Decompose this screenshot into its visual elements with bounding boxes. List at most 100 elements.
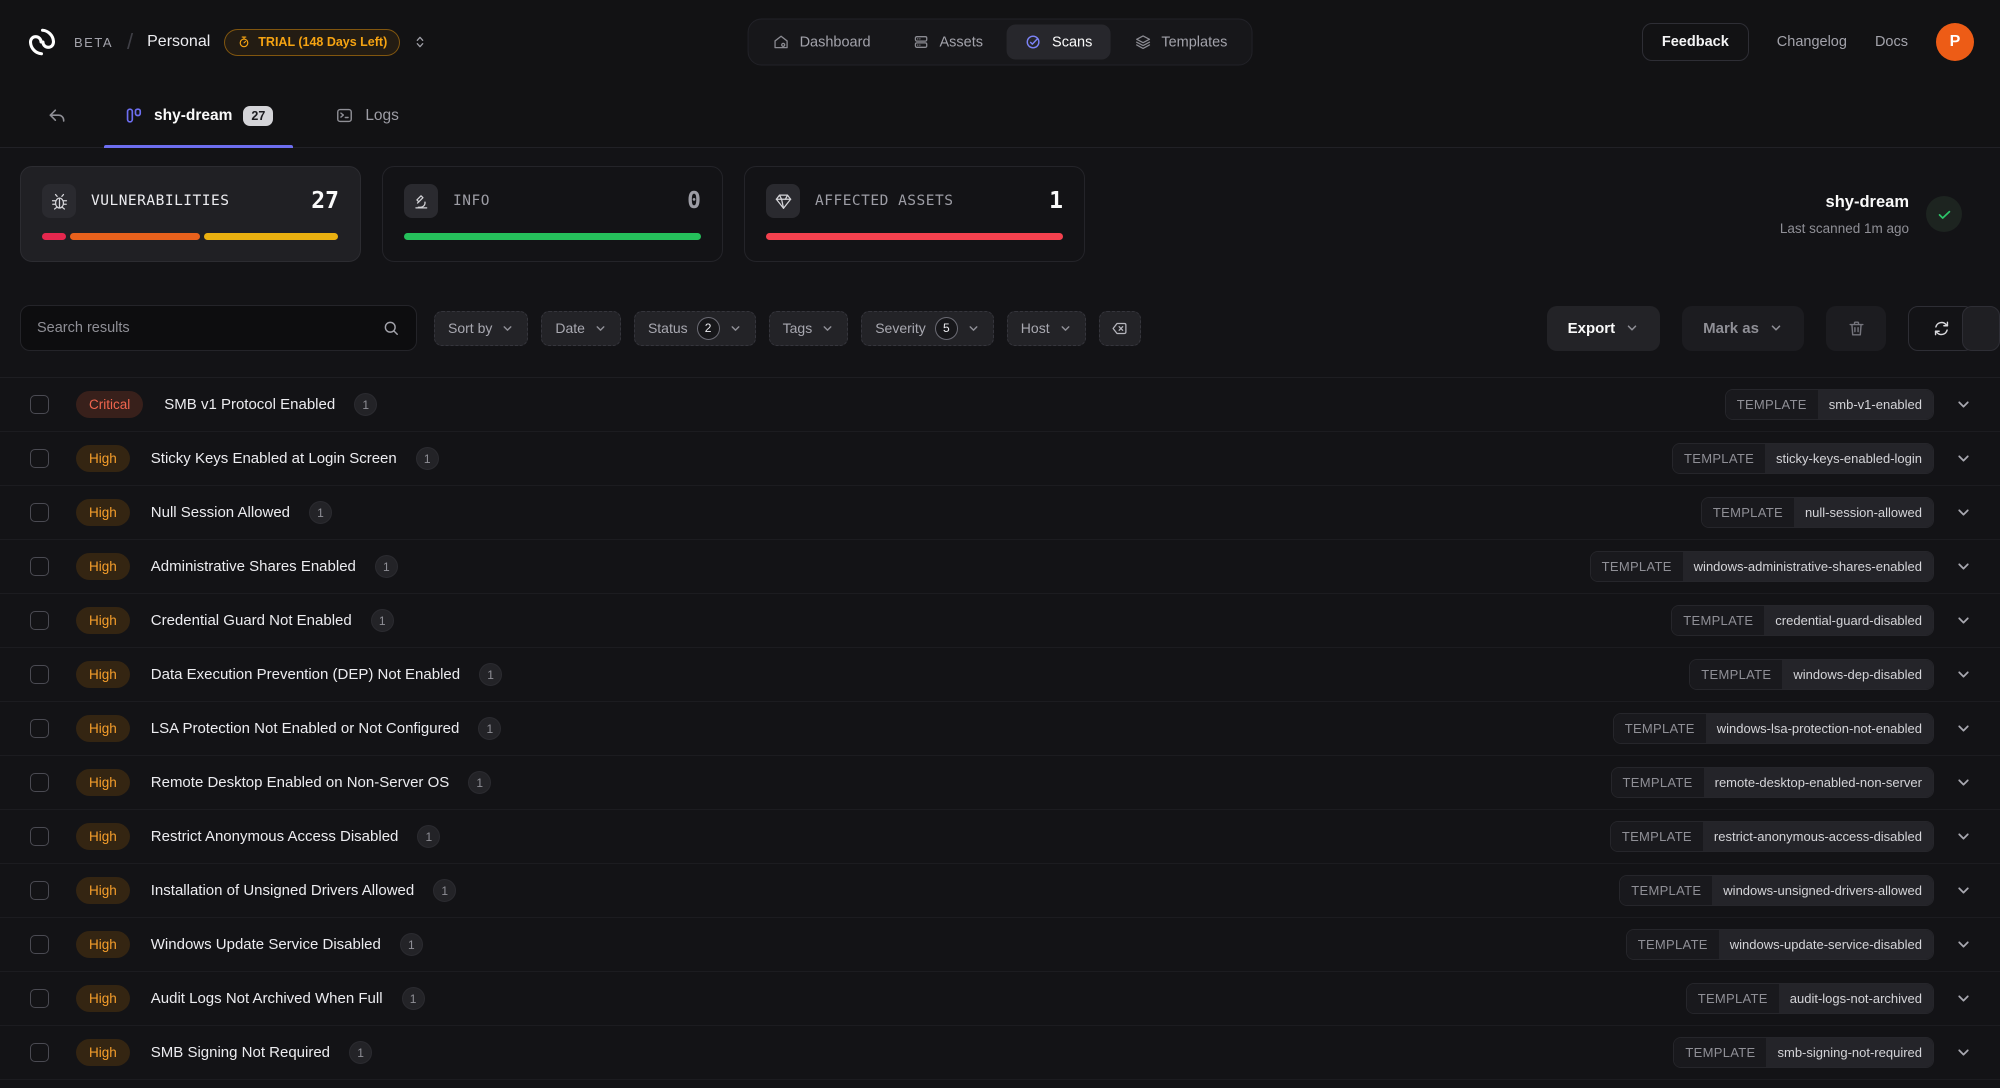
- filter-chips: Sort by Date Status 2 Tags Severity 5 Ho…: [434, 311, 1086, 346]
- expand-chevron-icon[interactable]: [1955, 1044, 1972, 1061]
- template-pill[interactable]: TEMPLATE windows-administrative-shares-e…: [1590, 551, 1934, 582]
- template-id: windows-dep-disabled: [1782, 660, 1933, 689]
- table-row[interactable]: High Windows Update Service Disabled 1 T…: [0, 918, 2000, 972]
- finding-count-badge: 1: [416, 447, 439, 470]
- table-row[interactable]: High Sticky Keys Enabled at Login Screen…: [0, 432, 2000, 486]
- docs-link[interactable]: Docs: [1875, 34, 1908, 50]
- expand-chevron-icon[interactable]: [1955, 396, 1972, 413]
- avatar[interactable]: P: [1936, 23, 1974, 61]
- template-pill[interactable]: TEMPLATE remote-desktop-enabled-non-serv…: [1611, 767, 1934, 798]
- table-row[interactable]: High Audit Logs Not Archived When Full 1…: [0, 972, 2000, 1026]
- row-checkbox[interactable]: [30, 935, 49, 954]
- template-pill[interactable]: TEMPLATE sticky-keys-enabled-login: [1672, 443, 1934, 474]
- card-label: AFFECTED ASSETS: [815, 193, 953, 209]
- trash-icon: [1847, 319, 1866, 338]
- row-checkbox[interactable]: [30, 503, 49, 522]
- table-row[interactable]: High Null Session Allowed 1 TEMPLATE nul…: [0, 486, 2000, 540]
- row-checkbox[interactable]: [30, 989, 49, 1008]
- search-input[interactable]: [37, 320, 382, 336]
- summary-card[interactable]: INFO 0: [382, 166, 723, 262]
- row-checkbox[interactable]: [30, 557, 49, 576]
- summary-card[interactable]: AFFECTED ASSETS 1: [744, 166, 1085, 262]
- row-checkbox[interactable]: [30, 881, 49, 900]
- template-pill[interactable]: TEMPLATE smb-signing-not-required: [1673, 1037, 1934, 1068]
- trial-badge[interactable]: TRIAL (148 Days Left): [224, 29, 400, 56]
- expand-chevron-icon[interactable]: [1955, 666, 1972, 683]
- expand-chevron-icon[interactable]: [1955, 504, 1972, 521]
- breadcrumb-divider: /: [127, 29, 133, 55]
- expand-chevron-icon[interactable]: [1955, 774, 1972, 791]
- nav-item-assets[interactable]: Assets: [895, 25, 1002, 60]
- table-row[interactable]: High Installation of Unsigned Drivers Al…: [0, 864, 2000, 918]
- row-checkbox[interactable]: [30, 1043, 49, 1062]
- tab-scan-results[interactable]: shy-dream 27: [102, 84, 295, 147]
- export-button[interactable]: Export: [1547, 306, 1661, 351]
- summary-card[interactable]: VULNERABILITIES 27: [20, 166, 361, 262]
- severity-badge: High: [76, 823, 130, 850]
- template-pill[interactable]: TEMPLATE windows-update-service-disabled: [1626, 929, 1934, 960]
- table-row[interactable]: Critical SMB v1 Protocol Enabled 1 TEMPL…: [0, 378, 2000, 432]
- template-pill[interactable]: TEMPLATE audit-logs-not-archived: [1686, 983, 1934, 1014]
- expand-chevron-icon[interactable]: [1955, 882, 1972, 899]
- template-pill[interactable]: TEMPLATE null-session-allowed: [1701, 497, 1934, 528]
- template-pill[interactable]: TEMPLATE smb-v1-enabled: [1725, 389, 1934, 420]
- table-row[interactable]: High Remote Desktop Enabled on Non-Serve…: [0, 756, 2000, 810]
- nav-item-scans[interactable]: Scans: [1007, 25, 1110, 60]
- row-checkbox[interactable]: [30, 827, 49, 846]
- mark-as-button[interactable]: Mark as: [1682, 306, 1804, 351]
- table-row[interactable]: High SMB Signing Not Required 1 TEMPLATE…: [0, 1026, 2000, 1080]
- template-id: credential-guard-disabled: [1764, 606, 1933, 635]
- row-checkbox[interactable]: [30, 665, 49, 684]
- app-logo-icon[interactable]: [26, 26, 58, 58]
- table-row[interactable]: High Restrict Anonymous Access Disabled …: [0, 810, 2000, 864]
- severity-badge: High: [76, 445, 130, 472]
- expand-chevron-icon[interactable]: [1955, 558, 1972, 575]
- changelog-link[interactable]: Changelog: [1777, 34, 1847, 50]
- card-value: 1: [1049, 188, 1063, 214]
- severity-badge: High: [76, 499, 130, 526]
- nav-item-label: Templates: [1161, 34, 1227, 50]
- filter-dropdown-tags[interactable]: Tags: [769, 311, 849, 346]
- table-row[interactable]: High LSA Protection Not Enabled or Not C…: [0, 702, 2000, 756]
- bug-icon: [50, 192, 69, 211]
- expand-chevron-icon[interactable]: [1955, 720, 1972, 737]
- row-checkbox[interactable]: [30, 395, 49, 414]
- finding-title: Administrative Shares Enabled: [151, 558, 356, 575]
- filter-dropdown-sort-by[interactable]: Sort by: [434, 311, 528, 346]
- filter-dropdown-host[interactable]: Host: [1007, 311, 1086, 346]
- filter-dropdown-status[interactable]: Status 2: [634, 311, 756, 346]
- template-pill[interactable]: TEMPLATE credential-guard-disabled: [1671, 605, 1934, 636]
- nav-item-templates[interactable]: Templates: [1116, 25, 1245, 60]
- scan-tabs-row: shy-dream 27 Logs: [0, 84, 2000, 148]
- table-row[interactable]: High Data Execution Prevention (DEP) Not…: [0, 648, 2000, 702]
- row-checkbox[interactable]: [30, 611, 49, 630]
- row-checkbox[interactable]: [30, 719, 49, 738]
- clear-filters-button[interactable]: [1099, 311, 1141, 346]
- template-pill[interactable]: TEMPLATE restrict-anonymous-access-disab…: [1610, 821, 1934, 852]
- scan-name: shy-dream: [1780, 193, 1909, 212]
- workspace-name[interactable]: Personal: [147, 33, 210, 51]
- filter-dropdown-severity[interactable]: Severity 5: [861, 311, 994, 346]
- card-icon-box: [766, 184, 800, 218]
- template-pill[interactable]: TEMPLATE windows-dep-disabled: [1689, 659, 1934, 690]
- table-row[interactable]: High Administrative Shares Enabled 1 TEM…: [0, 540, 2000, 594]
- feedback-button[interactable]: Feedback: [1642, 23, 1749, 61]
- expand-chevron-icon[interactable]: [1955, 828, 1972, 845]
- row-checkbox[interactable]: [30, 773, 49, 792]
- expand-chevron-icon[interactable]: [1955, 936, 1972, 953]
- delete-button[interactable]: [1826, 306, 1886, 351]
- expand-chevron-icon[interactable]: [1955, 612, 1972, 629]
- nav-item-dashboard[interactable]: Dashboard: [755, 25, 889, 60]
- severity-bar-segment: [70, 233, 201, 240]
- filter-dropdown-date[interactable]: Date: [541, 311, 621, 346]
- template-pill[interactable]: TEMPLATE windows-unsigned-drivers-allowe…: [1619, 875, 1934, 906]
- expand-chevron-icon[interactable]: [1955, 990, 1972, 1007]
- cutoff-button[interactable]: [1962, 306, 2000, 351]
- tab-logs[interactable]: Logs: [313, 84, 421, 147]
- workspace-selector-icon[interactable]: [412, 34, 428, 50]
- table-row[interactable]: High Credential Guard Not Enabled 1 TEMP…: [0, 594, 2000, 648]
- back-button[interactable]: [40, 99, 74, 133]
- template-pill[interactable]: TEMPLATE windows-lsa-protection-not-enab…: [1613, 713, 1934, 744]
- expand-chevron-icon[interactable]: [1955, 450, 1972, 467]
- row-checkbox[interactable]: [30, 449, 49, 468]
